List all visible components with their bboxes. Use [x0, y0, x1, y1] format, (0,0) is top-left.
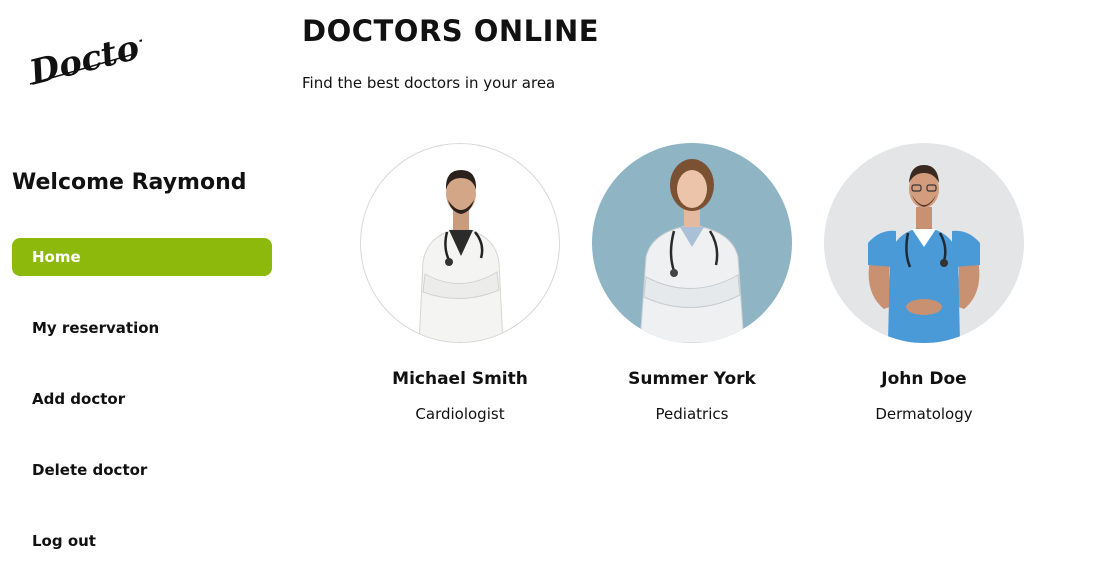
doctor-specialty: Dermatology: [875, 405, 973, 423]
doctor-photo[interactable]: [592, 143, 792, 343]
app-root: Doctors Welcome Raymond Home My reservat…: [0, 0, 1096, 584]
doctor-name: Michael Smith: [392, 369, 528, 389]
welcome-heading: Welcome Raymond: [12, 170, 247, 195]
doctor-name: Summer York: [628, 369, 756, 389]
page-subtitle: Find the best doctors in your area: [302, 74, 556, 92]
main-content: DOCTORS ONLINE Find the best doctors in …: [302, 0, 1082, 584]
sidebar-nav: Home My reservation Add doctor Delete do…: [12, 238, 272, 584]
sidebar-item-my-reservation[interactable]: My reservation: [12, 309, 272, 347]
doctor-specialty: Pediatrics: [655, 405, 729, 423]
doctor-card[interactable]: John Doe Dermatology: [808, 143, 1040, 423]
doctor-photo[interactable]: [360, 143, 560, 343]
sidebar-item-home[interactable]: Home: [12, 238, 272, 276]
page-title: DOCTORS ONLINE: [302, 14, 600, 48]
doctors-logo[interactable]: Doctors: [22, 24, 142, 90]
sidebar-item-add-doctor[interactable]: Add doctor: [12, 380, 272, 418]
doctor-name: John Doe: [881, 369, 967, 389]
sidebar: Doctors Welcome Raymond Home My reservat…: [0, 0, 285, 584]
doctor-card[interactable]: Michael Smith Cardiologist: [344, 143, 576, 423]
doctor-specialty: Cardiologist: [415, 405, 505, 423]
sidebar-item-log-out[interactable]: Log out: [12, 522, 272, 560]
doctor-photo[interactable]: [824, 143, 1024, 343]
sidebar-item-delete-doctor[interactable]: Delete doctor: [12, 451, 272, 489]
doctor-card[interactable]: Summer York Pediatrics: [576, 143, 808, 423]
